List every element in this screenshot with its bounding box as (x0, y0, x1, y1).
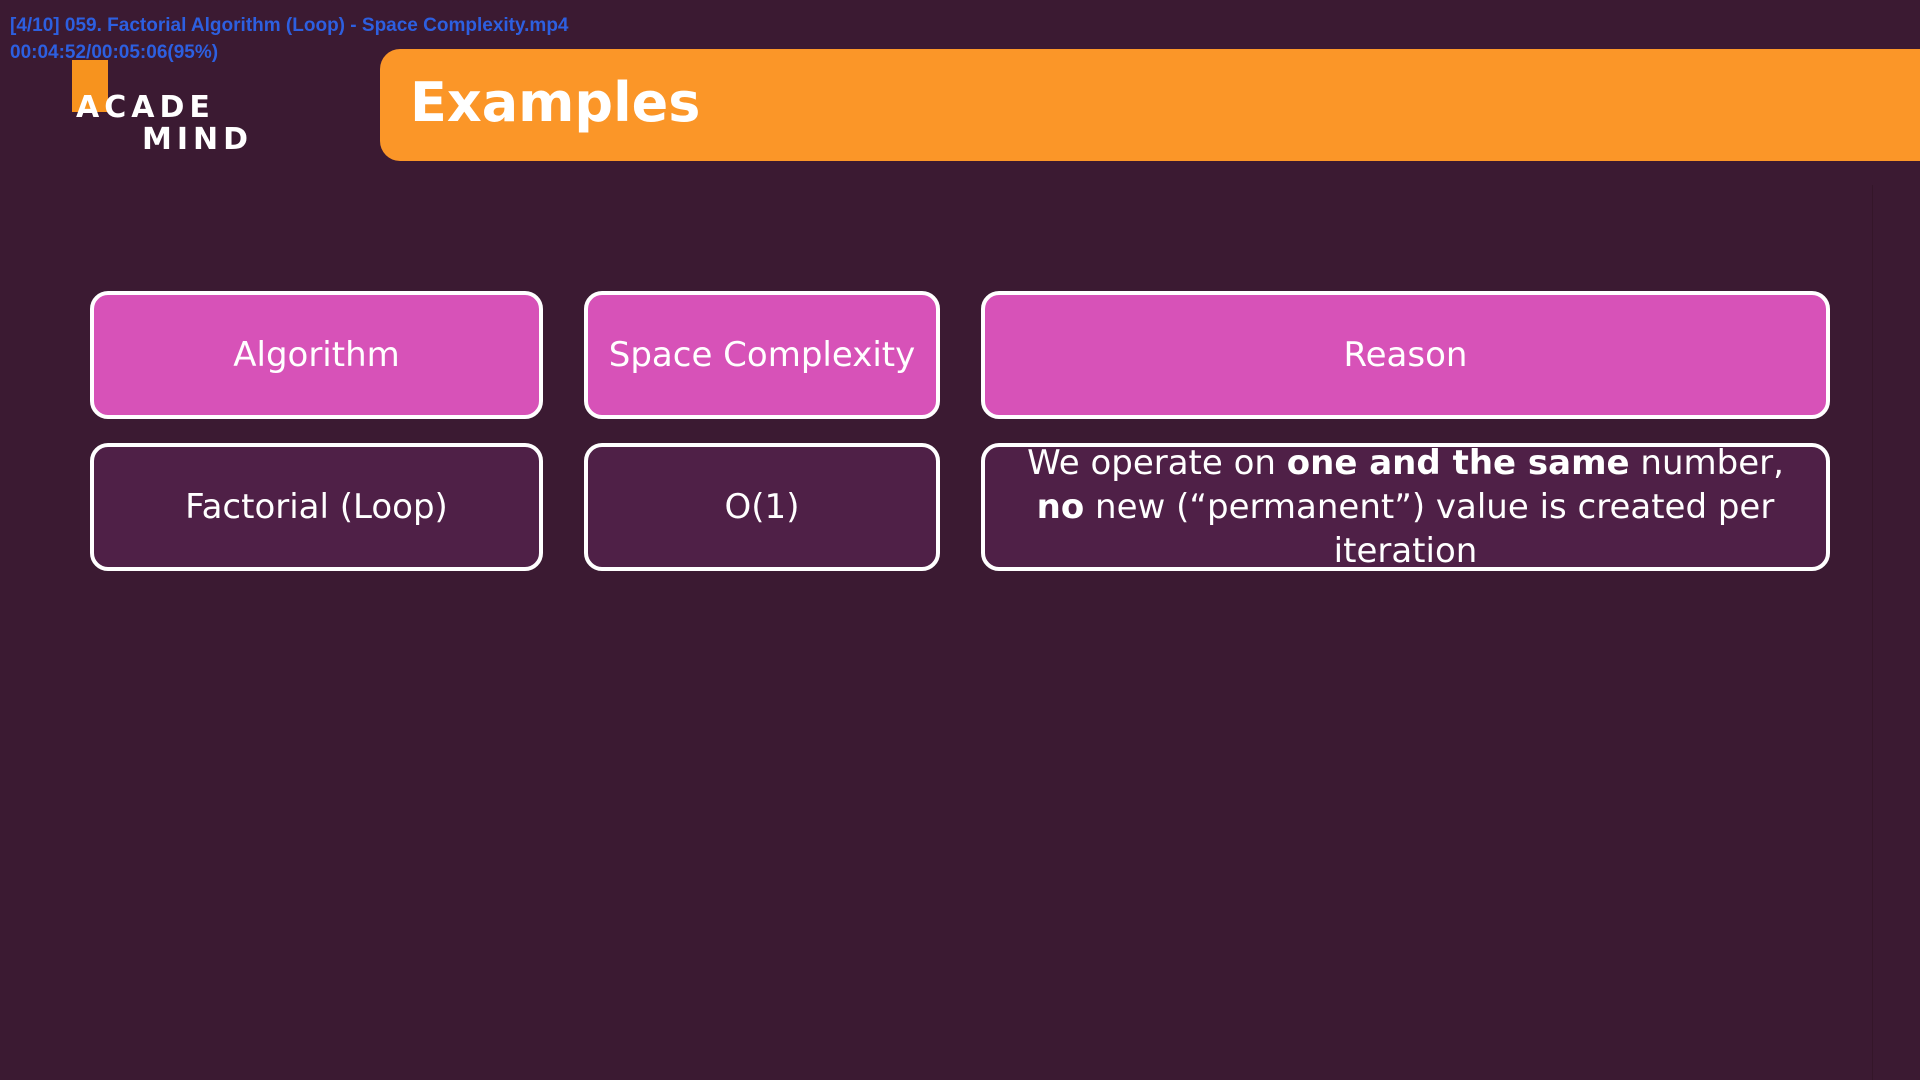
cell-space-complexity: O(1) (584, 443, 940, 571)
reason-text-bold1: one and the same (1286, 443, 1630, 483)
cell-reason: We operate on one and the same number, n… (981, 443, 1830, 571)
reason-text-part3: new (“permanent”) value is created per i… (1084, 487, 1775, 571)
overlay-file-name: [4/10] 059. Factorial Algorithm (Loop) -… (10, 15, 569, 36)
reason-text: We operate on one and the same number, n… (1005, 441, 1806, 573)
header-cell-reason: Reason (981, 291, 1830, 419)
header-cell-algorithm: Algorithm (90, 291, 543, 419)
video-frame: [4/10] 059. Factorial Algorithm (Loop) -… (0, 0, 1920, 1080)
reason-text-part2: number, (1629, 443, 1784, 483)
reason-text-bold2: no (1036, 487, 1085, 527)
slide-header-banner: Examples (380, 49, 1920, 161)
slide-edge-divider (1872, 185, 1873, 1080)
reason-text-part1: We operate on (1027, 443, 1287, 483)
slide-title: Examples (410, 71, 701, 134)
header-cell-space-complexity: Space Complexity (584, 291, 940, 419)
academind-logo: ACADE MIND (72, 60, 252, 160)
logo-text-line2: MIND (142, 122, 254, 157)
logo-text-line1: ACADE (76, 90, 215, 125)
cell-algorithm: Factorial (Loop) (90, 443, 543, 571)
